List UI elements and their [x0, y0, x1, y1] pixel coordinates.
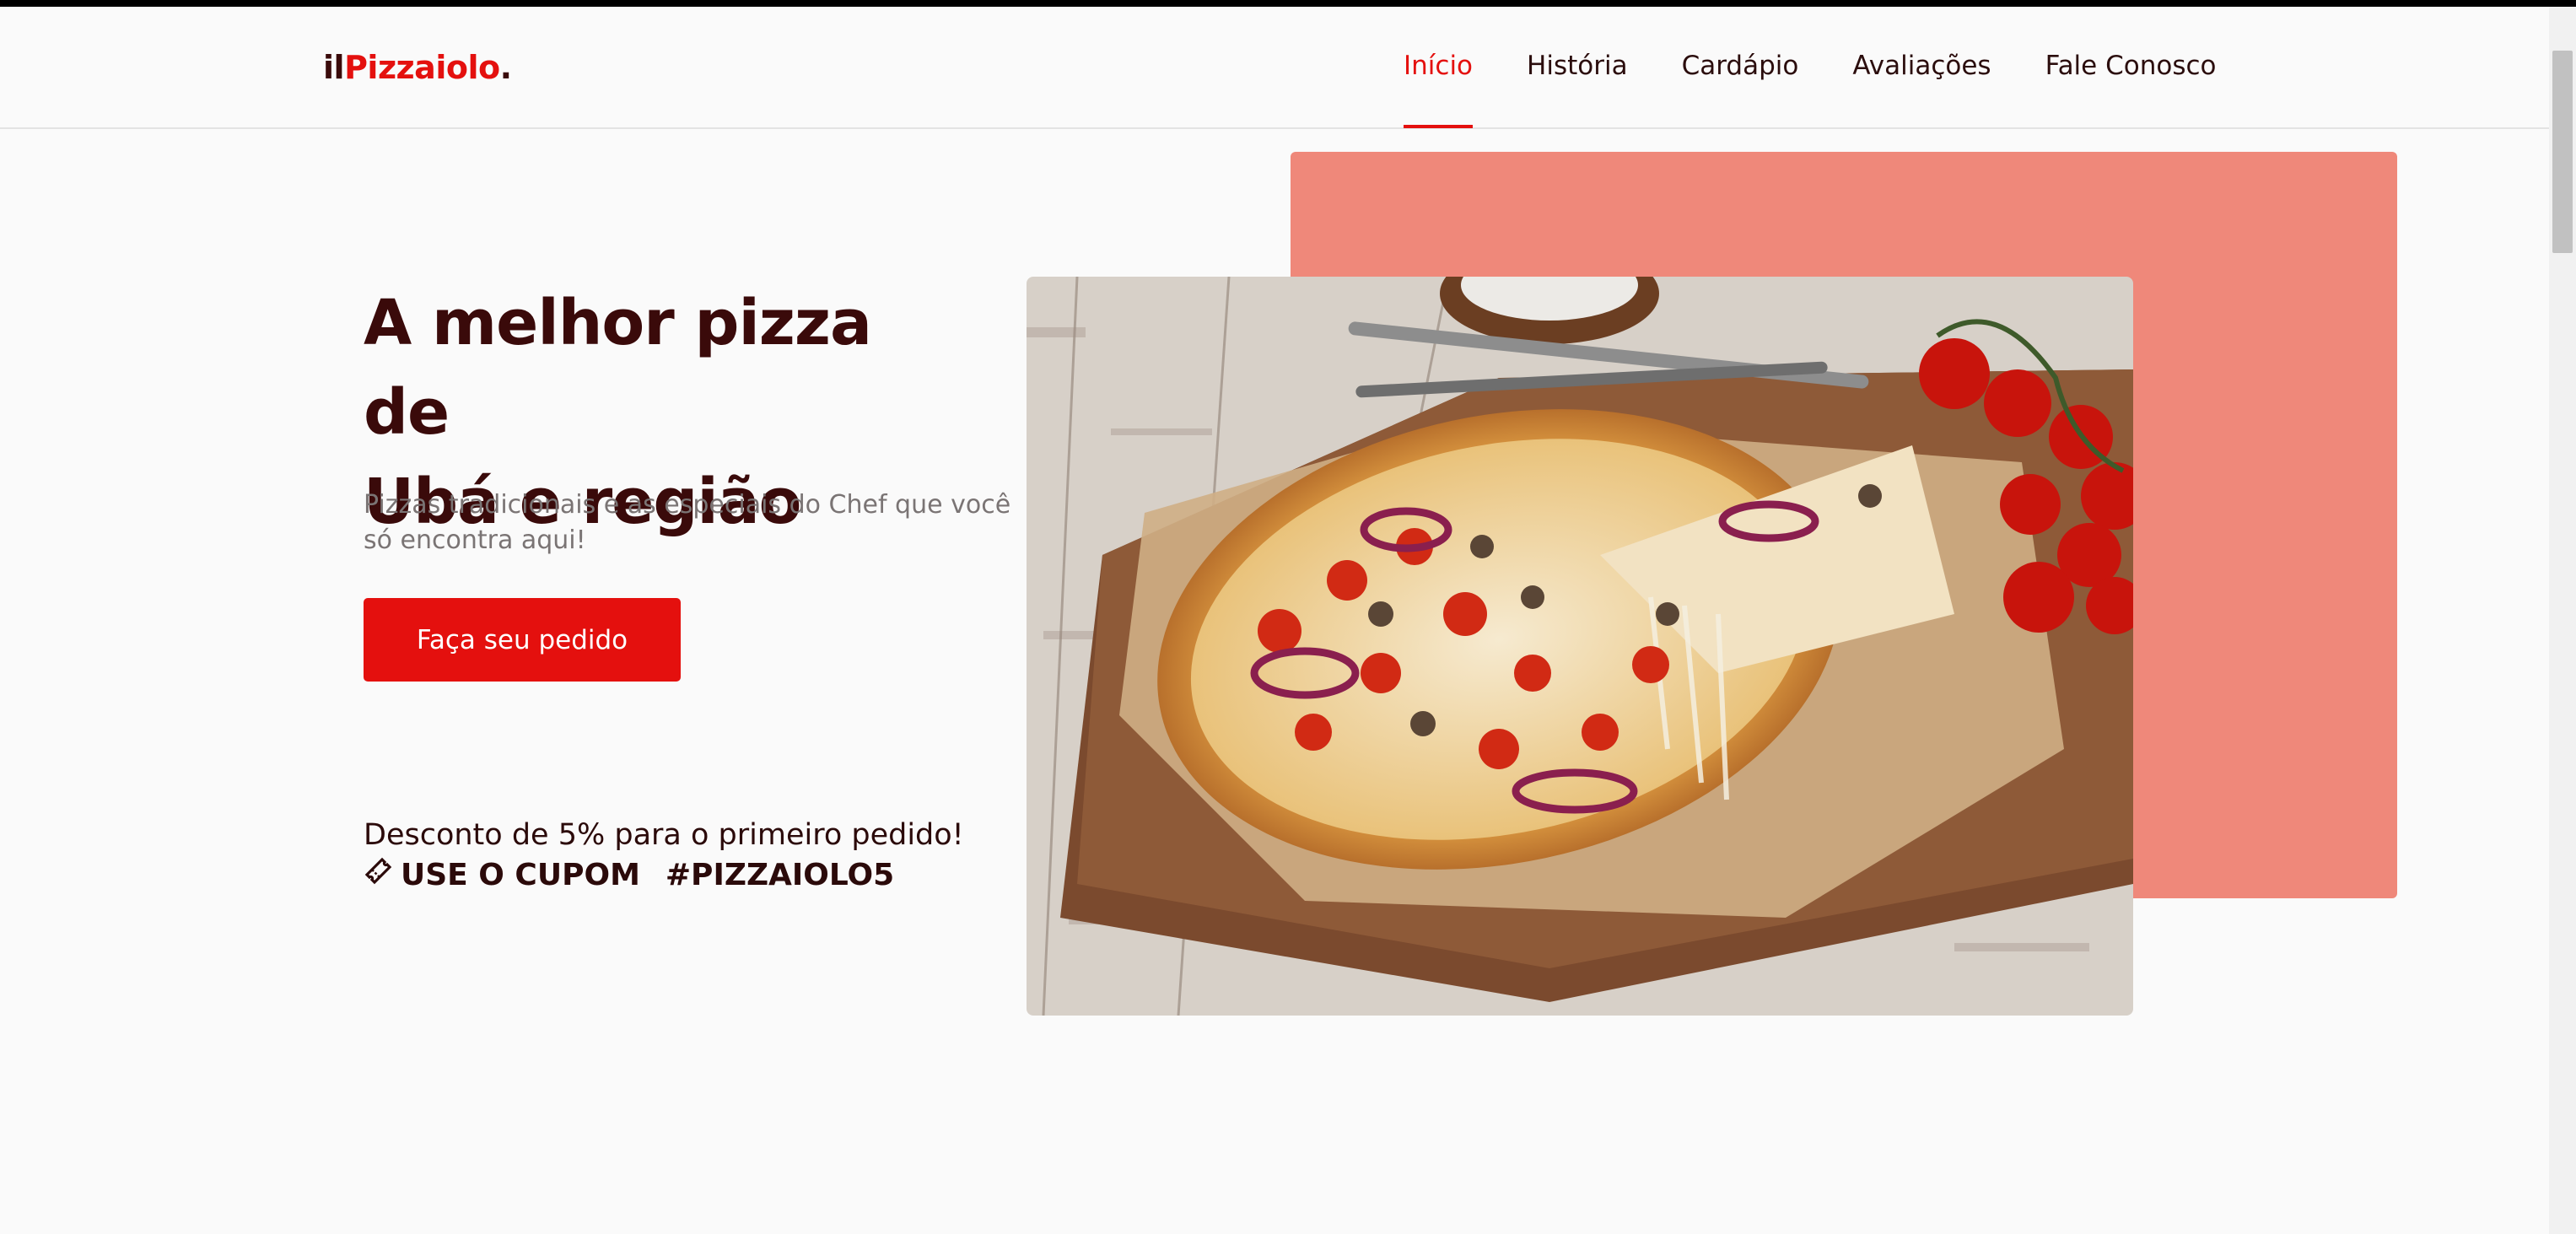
nav-item-fale-conosco[interactable]: Fale Conosco: [2045, 51, 2217, 81]
site-logo[interactable]: ilPizzaiolo.: [323, 49, 512, 86]
site-header: ilPizzaiolo. Início História Cardápio Av…: [0, 7, 2549, 129]
logo-suffix: .: [499, 49, 512, 86]
scrollbar-thumb[interactable]: [2552, 51, 2573, 253]
hero-title-line1: A melhor pizza de: [364, 287, 872, 449]
coupon-code: #PIZZAIOLO5: [665, 858, 895, 892]
window-top-strip: [0, 0, 2576, 7]
nav-item-inicio[interactable]: Início: [1404, 51, 1474, 128]
ticket-icon: [364, 855, 392, 896]
main-nav: Início História Cardápio Avaliações Fale…: [1404, 51, 2217, 128]
pizza-photo-icon: [1027, 277, 2133, 1016]
discount-text: Desconto de 5% para o primeiro pedido!: [364, 818, 964, 852]
order-button[interactable]: Faça seu pedido: [364, 598, 681, 682]
coupon-label: USE O CUPOM: [401, 858, 640, 892]
hero-pizza-image: [1027, 277, 2133, 1016]
nav-item-cardapio[interactable]: Cardápio: [1682, 51, 1799, 81]
logo-prefix: il: [323, 49, 345, 86]
nav-item-historia[interactable]: História: [1527, 51, 1628, 81]
promo-block: Desconto de 5% para o primeiro pedido! U…: [364, 815, 1038, 896]
hero-subtitle: Pizzas tradicionais e as especiais do Ch…: [364, 490, 1011, 555]
coupon-line: USE O CUPOM #PIZZAIOLO5: [364, 855, 1038, 896]
nav-item-avaliacoes[interactable]: Avaliações: [1852, 51, 1991, 81]
logo-name: Pizzaiolo: [344, 49, 500, 86]
